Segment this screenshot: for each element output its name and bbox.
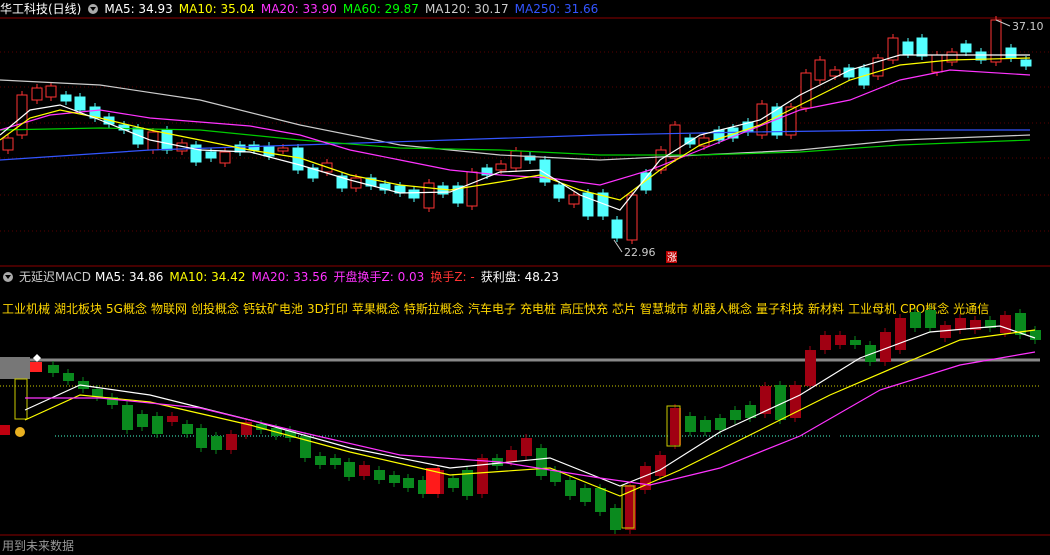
volume-bar [374,470,385,480]
volume-bar [152,416,163,434]
candle-body [2,137,14,151]
volume-bar [670,408,681,445]
candle-body [219,151,231,164]
candle-body [814,59,826,81]
volume-bar [63,373,74,381]
volume-bar [122,405,133,430]
volume-bar [610,508,621,530]
volume-bar [403,478,414,488]
volume-bar [715,418,726,430]
candle-body [495,163,507,171]
candle-body [902,41,914,55]
volume-bar [330,458,341,465]
candle-body [408,189,420,199]
volume-bar [359,465,370,476]
volume-bar [389,475,400,483]
gray-block [0,357,30,379]
candle-body [1020,59,1032,67]
volume-bar [1000,315,1011,333]
low-pointer [613,239,623,253]
volume-bar [655,455,666,476]
candle-body [31,87,43,101]
candle-body [263,145,275,157]
volume-bar [805,350,816,386]
volume-bar [955,318,966,330]
volume-bar [820,335,831,350]
candle-body [423,182,435,209]
volume-bar [315,456,326,465]
volume-bar [167,416,178,422]
start-red-bar [0,425,10,435]
volume-bar [790,385,801,418]
candle-body [611,219,623,239]
candle-body [190,144,202,163]
candle-body [960,43,972,53]
volume-bar [226,434,237,450]
candle-body [45,85,57,98]
candle-body [931,54,943,73]
volume-bar [730,410,741,420]
volume-bar [580,488,591,502]
money-bag-icon [15,427,25,437]
candle-body [568,194,580,205]
volume-bar [477,458,488,494]
volume-bar [344,462,355,477]
volume-bar [910,312,921,328]
candle-body [626,194,638,241]
candle-body [60,94,72,102]
candle-body [756,103,768,136]
candle-body [277,147,289,152]
volume-bar [925,310,936,328]
volume-bar [595,488,606,512]
volume-bar [1030,330,1041,340]
red-start-bar [30,362,42,372]
candle-body [248,144,260,151]
volume-bar [835,335,846,345]
low-price-label: 22.96 [624,246,656,259]
high-price-label: 37.10 [1012,20,1044,33]
chart-canvas[interactable]: 37.10 22.96 涨 [0,0,1050,555]
volume-bar [196,428,207,448]
volume-bar [211,436,222,450]
candle-body [1005,47,1017,59]
volume-bar [565,480,576,496]
volume-bar [895,318,906,350]
volume-bar [182,424,193,434]
zhang-label: 涨 [667,252,677,264]
volume-bar [48,365,59,373]
candle-body [553,184,565,199]
volume-bar [700,420,711,432]
volume-bar [536,448,547,476]
candle-body [990,19,1002,63]
candle-body [466,171,478,207]
volume-bar [521,438,532,456]
candle-body [916,37,928,57]
yellow-box-start [14,378,28,420]
volume-bar [850,340,861,345]
volume-bar [448,478,459,488]
volume-bar [137,414,148,427]
candle-body [205,151,217,159]
volume-bar [685,416,696,432]
volume-bar [506,450,517,462]
candle-body [510,150,522,169]
candle-body [74,96,86,111]
